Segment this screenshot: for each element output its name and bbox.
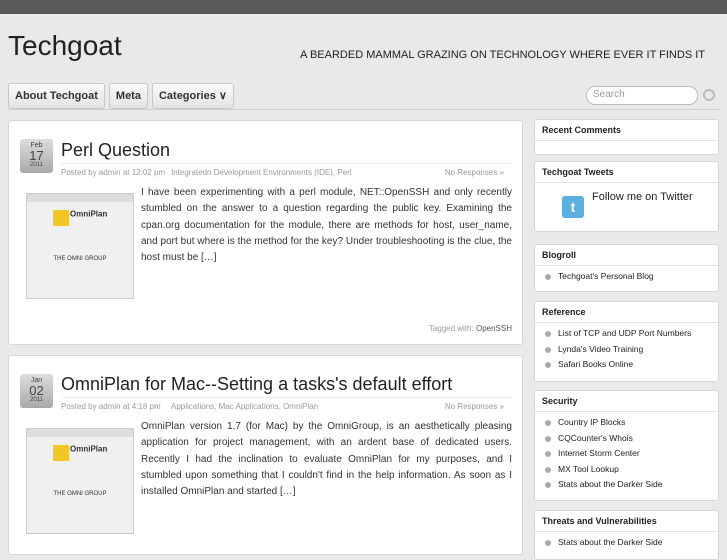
post-tags: Tagged with: OpenSSH [429, 324, 512, 333]
nav-categories[interactable]: Categories ∨ [151, 83, 234, 109]
post-card: Feb 17 2011 Perl Question Posted by admin … [8, 120, 523, 345]
site-tagline: A BEARDED MAMMAL GRAZING ON TECHNOLOGY W… [300, 49, 705, 61]
widget-recent-comments: Recent Comments [534, 119, 719, 155]
nav-about[interactable]: About Techgoat [8, 83, 105, 109]
post-author: Posted by admin at 12:02 pm [61, 168, 166, 177]
post-card: Jan 02 2011 OmniPlan for Mac--Setting a ta… [8, 355, 523, 555]
post-excerpt: OmniPlan version 1.7 (for Mac) by the Om… [141, 421, 512, 498]
twitter-icon[interactable]: t [562, 196, 584, 218]
widget-tweets: Techgoat Tweets t Follow me on Twitter [534, 161, 719, 232]
widget-reference: Reference List of TCP and UDP Port Numbe… [534, 301, 719, 382]
reference-link[interactable]: List of TCP and UDP Port Numbers [535, 326, 718, 342]
date-day: 17 [29, 148, 44, 163]
security-link[interactable]: Country IP Blocks [535, 415, 718, 431]
reference-link[interactable]: Safari Books Online [535, 357, 718, 373]
blogroll-link[interactable]: Techgoat's Personal Blog [535, 269, 718, 285]
post-title[interactable]: OmniPlan for Mac--Setting a tasks's defa… [61, 374, 452, 395]
security-link[interactable]: MX Tool Lookup [535, 462, 718, 478]
security-link[interactable]: CQCounter's Whois [535, 431, 718, 447]
post-categories[interactable]: Applications, Mac Applications, OmniPlan [171, 402, 318, 411]
date-year: 2011 [30, 162, 43, 168]
tag-link[interactable]: OpenSSH [476, 324, 512, 333]
browser-top-bar [0, 0, 727, 14]
post-responses[interactable]: No Responses » [445, 168, 504, 177]
post-title[interactable]: Perl Question [61, 140, 170, 161]
post-thumbnail[interactable]: OmniPlan THE OMNI GROUP [26, 193, 134, 299]
security-link[interactable]: Internet Storm Center [535, 446, 718, 462]
search-input[interactable]: Search [586, 86, 698, 105]
security-link[interactable]: Stats about the Darker Side [535, 477, 718, 493]
omniplan-logo-icon [52, 210, 69, 226]
main-nav: About Techgoat Meta Categories ∨ [8, 83, 234, 109]
widget-title: Security [535, 391, 718, 412]
widget-title: Threats and Vulnerabilities [535, 511, 718, 532]
widget-security: Security Country IP Blocks CQCounter's Wh… [534, 390, 719, 501]
date-badge: Jan 02 2011 [20, 374, 53, 408]
widget-title: Recent Comments [535, 120, 718, 141]
widget-blogroll: Blogroll Techgoat's Personal Blog [534, 244, 719, 292]
post-meta: Posted by admin at 4:18 pm Applications, … [61, 397, 512, 411]
widget-title: Blogroll [535, 245, 718, 266]
date-day: 02 [29, 383, 44, 398]
thumb-name: OmniPlan [70, 209, 108, 219]
post-author: Posted by admin at 4:18 pm [61, 402, 161, 411]
thumb-name: OmniPlan [70, 444, 108, 454]
nav-divider [8, 109, 719, 110]
widget-title: Techgoat Tweets [535, 162, 718, 183]
reference-link[interactable]: Lynda's Video Training [535, 342, 718, 358]
follow-twitter-link[interactable]: Follow me on Twitter [592, 191, 693, 203]
site-title[interactable]: Techgoat [8, 30, 122, 62]
post-responses[interactable]: No Responses » [445, 402, 504, 411]
threats-link[interactable]: Stats about the Darker Side [535, 535, 718, 551]
thumb-company: THE OMNI GROUP [53, 491, 107, 497]
date-badge: Feb 17 2011 [20, 139, 53, 173]
tagged-label: Tagged with: [428, 324, 474, 333]
thumb-company: THE OMNI GROUP [53, 256, 107, 262]
omniplan-logo-icon [52, 445, 69, 461]
widget-threats: Threats and Vulnerabilities Stats about … [534, 510, 719, 560]
post-excerpt: I have been experimenting with a perl mo… [141, 187, 512, 264]
post-meta: Posted by admin at 12:02 pm Integratedn D… [61, 163, 512, 177]
widget-title: Reference [535, 302, 718, 323]
nav-meta[interactable]: Meta [108, 83, 148, 109]
date-year: 2011 [30, 397, 43, 403]
post-categories[interactable]: Integratedn Development Environments (ID… [171, 168, 352, 177]
post-thumbnail[interactable]: OmniPlan THE OMNI GROUP [26, 428, 134, 534]
search-icon[interactable] [703, 89, 715, 101]
